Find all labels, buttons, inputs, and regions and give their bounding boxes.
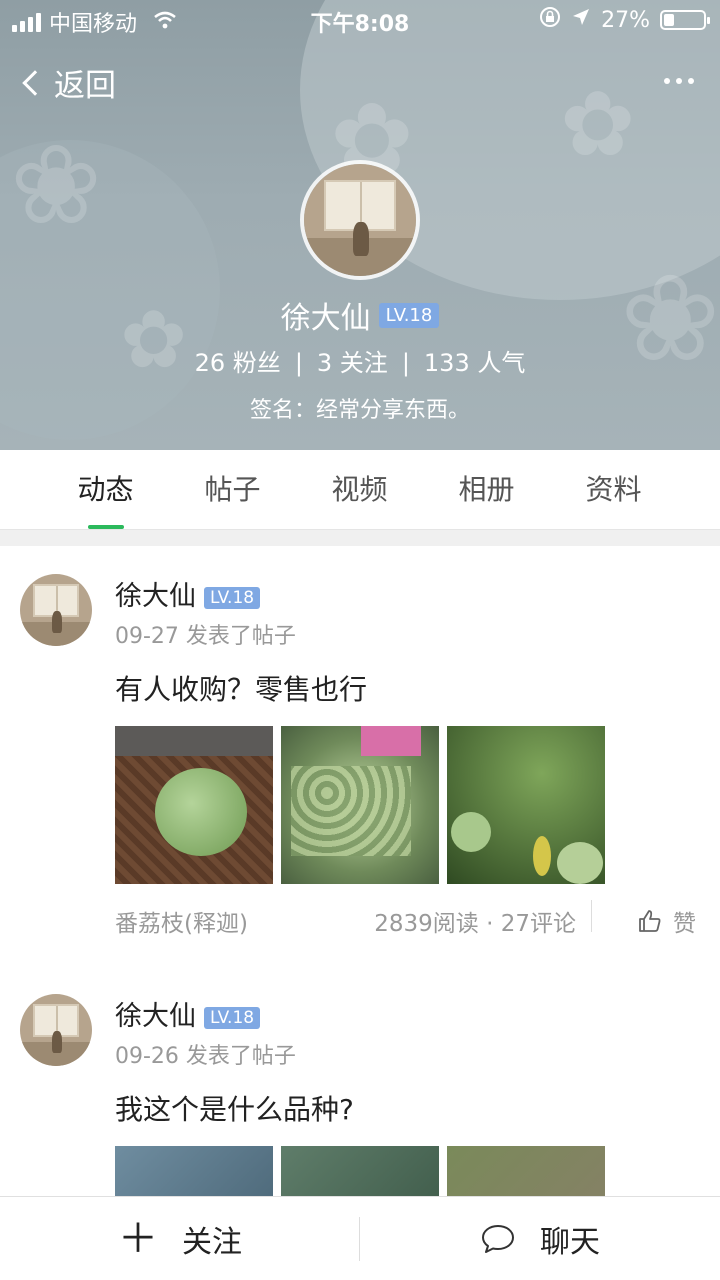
level-badge: LV.18 xyxy=(378,302,440,328)
back-label: 返回 xyxy=(54,68,116,104)
following-count[interactable]: 3 关注 xyxy=(317,349,388,377)
tab-posts[interactable]: 帖子 xyxy=(169,450,296,529)
thumbs-up-icon xyxy=(639,910,661,932)
profile-stats: 26 粉丝 | 3 关注 | 133 人气 xyxy=(0,343,720,378)
post-avatar[interactable] xyxy=(20,994,92,1066)
post-author[interactable]: 徐大仙 LV.18 xyxy=(115,994,261,1033)
section-gap xyxy=(0,530,720,546)
post-image-fruit-on-tree[interactable] xyxy=(447,726,605,884)
tab-activity[interactable]: 动态 xyxy=(42,450,169,529)
level-badge: LV.18 xyxy=(204,1006,261,1029)
tab-profile-info[interactable]: 资料 xyxy=(550,450,677,529)
follow-label: 关注 xyxy=(182,1225,242,1260)
stats-separator: | xyxy=(294,349,303,377)
profile-signature: 签名：经常分享东西。 xyxy=(249,398,470,423)
like-button[interactable]: 赞 xyxy=(637,904,696,938)
feed-post[interactable]: 徐大仙 LV.18 09-27 发表了帖子 有人收购？零售也行 番荔枝(释迦) 2… xyxy=(0,546,720,966)
chevron-left-icon xyxy=(22,69,48,96)
feed-post[interactable]: 徐大仙 LV.18 09-26 发表了帖子 我这个是什么品种? xyxy=(0,966,720,1196)
popularity-count: 133 人气 xyxy=(423,349,526,377)
more-dot-icon xyxy=(664,78,670,84)
post-avatar[interactable] xyxy=(20,574,92,646)
profile-tabs: 动态 帖子 视频 相册 资料 xyxy=(0,450,720,530)
tab-videos[interactable]: 视频 xyxy=(296,450,423,529)
post-image-leaves[interactable] xyxy=(447,1146,605,1196)
more-dot-icon xyxy=(688,78,694,84)
post-images xyxy=(115,726,605,884)
profile-username: 徐大仙 LV.18 xyxy=(0,293,720,337)
chat-button[interactable]: 聊天 xyxy=(360,1197,720,1280)
post-content[interactable]: 我这个是什么品种? xyxy=(115,1088,354,1128)
stats-separator: | xyxy=(401,349,410,377)
flower-decoration-icon: ✿ xyxy=(560,72,636,177)
tab-albums[interactable]: 相册 xyxy=(423,450,550,529)
level-badge: LV.18 xyxy=(204,586,261,609)
bottom-action-bar: ＋ 关注 聊天 xyxy=(0,1196,720,1280)
post-author-name: 徐大仙 xyxy=(115,1001,196,1032)
more-dot-icon xyxy=(676,78,682,84)
post-topic-tag[interactable]: 番荔枝(释迦) xyxy=(115,904,248,938)
plus-icon: ＋ xyxy=(118,1216,158,1262)
more-button[interactable] xyxy=(664,78,694,84)
flower-decoration-icon: ❀ xyxy=(10,121,103,249)
location-icon xyxy=(571,7,591,33)
like-label: 赞 xyxy=(673,911,696,937)
post-footer: 番荔枝(释迦) 2839阅读 · 27评论 赞 xyxy=(115,898,696,938)
profile-name: 徐大仙 xyxy=(280,301,371,336)
back-button[interactable]: 返回 xyxy=(22,60,116,105)
post-images xyxy=(115,1146,605,1196)
post-meta: 09-27 发表了帖子 xyxy=(115,624,296,649)
post-author-name: 徐大仙 xyxy=(115,581,196,612)
rotation-lock-icon xyxy=(539,6,561,34)
battery-icon xyxy=(660,10,710,30)
fans-count[interactable]: 26 粉丝 xyxy=(195,349,281,377)
profile-header: ✿ ❀ ✿ ❀ ✿ 中国移动 下午8:08 27% 返回 徐大仙 LV.18 2… xyxy=(0,0,720,450)
battery-percent: 27% xyxy=(601,7,650,33)
chat-label: 聊天 xyxy=(540,1225,600,1260)
follow-button[interactable]: ＋ 关注 xyxy=(0,1197,360,1280)
post-content[interactable]: 有人收购？零售也行 xyxy=(115,668,367,708)
profile-avatar[interactable] xyxy=(300,160,420,280)
post-image-leaves[interactable] xyxy=(281,1146,439,1196)
chat-bubble-icon xyxy=(482,1225,514,1253)
post-image-pile-of-fruit[interactable] xyxy=(281,726,439,884)
post-image-custard-apple-on-mat[interactable] xyxy=(115,726,273,884)
post-author[interactable]: 徐大仙 LV.18 xyxy=(115,574,261,613)
post-meta: 09-26 发表了帖子 xyxy=(115,1044,296,1069)
post-counts: 2839阅读 · 27评论 xyxy=(374,911,576,937)
post-image-leaves[interactable] xyxy=(115,1146,273,1196)
status-bar: 中国移动 下午8:08 27% xyxy=(0,0,720,40)
